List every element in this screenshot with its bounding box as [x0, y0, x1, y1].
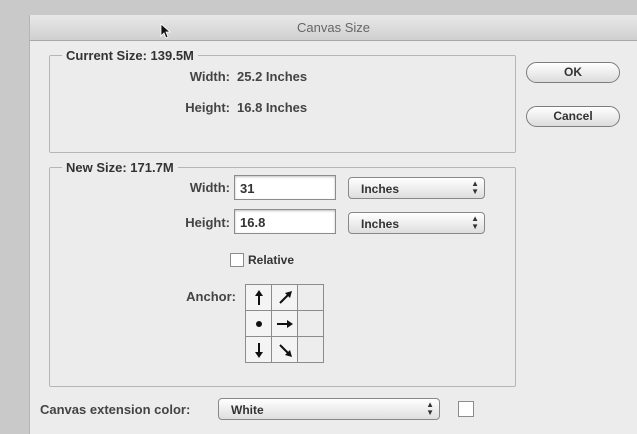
anchor-bottom-right[interactable]: [298, 337, 324, 363]
width-unit-select[interactable]: Inches ▲ ▼: [348, 177, 485, 199]
height-unit-value: Inches: [361, 217, 400, 231]
anchor-dot-icon: [255, 320, 262, 327]
height-input[interactable]: 16.8: [234, 209, 336, 234]
cancel-button[interactable]: Cancel: [526, 106, 620, 127]
extension-color-label: Canvas extension color:: [40, 402, 191, 417]
dialog-title: Canvas Size: [297, 20, 370, 35]
arrow-right-icon: [276, 319, 293, 328]
height-unit-select[interactable]: Inches ▲ ▼: [348, 212, 485, 234]
current-width-value: 25.2 Inches: [237, 69, 308, 84]
extension-color-value: White: [231, 403, 264, 417]
anchor-middle-center[interactable]: [272, 311, 298, 337]
select-arrows-icon: ▲ ▼: [426, 400, 434, 417]
select-arrows-icon: ▲ ▼: [471, 214, 479, 231]
anchor-top-right[interactable]: [298, 285, 324, 311]
new-width-label: Width:: [189, 180, 230, 195]
anchor-middle-left[interactable]: [246, 311, 272, 337]
width-input[interactable]: 31: [234, 175, 336, 200]
select-arrows-icon: ▲ ▼: [471, 179, 479, 196]
anchor-grid: [245, 284, 324, 363]
arrow-down-icon: [254, 342, 263, 358]
anchor-middle-right[interactable]: [298, 311, 324, 337]
current-height-label: Height:: [185, 100, 230, 115]
anchor-top-center[interactable]: [272, 285, 298, 311]
title-bar[interactable]: Canvas Size: [30, 15, 637, 41]
anchor-bottom-center[interactable]: [272, 337, 298, 363]
anchor-label: Anchor:: [186, 289, 236, 304]
arrow-up-icon: [254, 289, 263, 305]
anchor-bottom-left[interactable]: [246, 337, 272, 363]
current-size-legend: Current Size: 139.5M: [66, 48, 194, 63]
new-height-label: Height:: [185, 215, 230, 230]
width-unit-value: Inches: [361, 182, 400, 196]
arrow-up-right-icon: [278, 290, 292, 304]
relative-label: Relative: [248, 253, 295, 267]
extension-color-select[interactable]: White ▲ ▼: [218, 398, 440, 420]
current-width-label: Width:: [189, 69, 230, 84]
arrow-down-right-icon: [278, 343, 292, 357]
current-height-value: 16.8 Inches: [237, 100, 308, 115]
canvas-size-dialog: Canvas Size Current Size: 139.5M Width: …: [30, 15, 637, 434]
extension-color-swatch[interactable]: [458, 401, 474, 417]
ok-button[interactable]: OK: [526, 62, 620, 83]
relative-checkbox[interactable]: [230, 253, 244, 267]
anchor-top-left[interactable]: [246, 285, 272, 311]
mouse-pointer-icon: [160, 23, 172, 39]
new-size-legend: New Size: 171.7M: [66, 160, 174, 175]
